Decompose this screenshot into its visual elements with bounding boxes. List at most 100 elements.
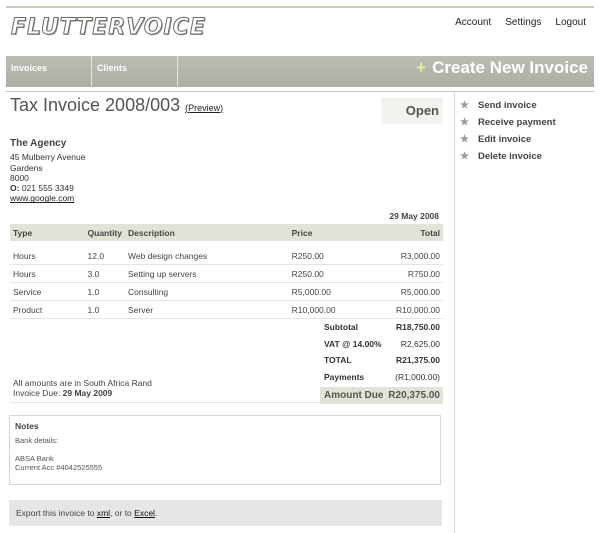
cell-type: Service: [10, 282, 85, 301]
export-middle: , or to: [110, 508, 132, 518]
cell-description: Consulting: [125, 282, 289, 301]
total-row: TOTAL R21,375.00: [320, 352, 443, 369]
currency-note: All amounts are in South Africa Rand: [13, 378, 152, 388]
settings-link[interactable]: Settings: [505, 17, 541, 28]
logout-link[interactable]: Logout: [555, 17, 586, 28]
address-line: 8000: [10, 172, 29, 183]
export-suffix: .: [154, 508, 158, 518]
cell-quantity: 12.0: [84, 247, 125, 265]
vat-label: VAT @ 14.00%: [324, 338, 382, 349]
notes-box: Notes Bank details: ABSA Bank Current Ac…: [9, 415, 441, 485]
subtotal-value: R18,750.00: [396, 322, 440, 333]
cell-description: Web design changes: [125, 247, 289, 265]
top-divider: [6, 6, 594, 8]
phone-label: O:: [10, 183, 20, 194]
cell-total: R750.00: [358, 264, 443, 283]
bank-details-label: Bank details:: [15, 436, 58, 445]
export-prefix: Export this invoice to: [16, 508, 95, 518]
actions-sidebar: ★ Send invoice ★ Receive payment ★ Edit …: [454, 92, 595, 533]
page-title: Tax Invoice 2008/003: [10, 95, 181, 115]
invoice-date: 29 May 2008: [389, 211, 439, 221]
currency-note-block: All amounts are in South Africa Rand Inv…: [13, 378, 152, 398]
invoice-items-table: Type Quantity Description Price Total Ho…: [10, 224, 443, 319]
cell-type: Product: [10, 300, 85, 319]
invoice-due-date: 29 May 2009: [62, 388, 113, 398]
status-badge: Open: [381, 98, 443, 124]
client-website-link[interactable]: www.google.com: [10, 193, 74, 203]
invoice-due-line: Invoice Due: 29 May 2009: [13, 388, 152, 398]
star-icon: ★: [460, 117, 469, 128]
table-row: Product 1.0 Server R10,000.00 R10,000.00: [10, 300, 443, 319]
column-header-type: Type: [10, 224, 85, 241]
main-nav: Invoices Clients + Create New Invoice: [6, 56, 594, 87]
amount-due-label: Amount Due: [324, 390, 384, 401]
amount-due-value: R20,375.00: [388, 390, 440, 401]
cell-total: R5,000.00: [358, 282, 443, 301]
cell-quantity: 3.0: [84, 264, 125, 283]
export-xml-link[interactable]: xml: [97, 508, 110, 518]
vat-row: VAT @ 14.00% R2,625.00: [320, 336, 443, 353]
column-header-quantity: Quantity: [84, 224, 125, 241]
total-label: TOTAL: [324, 355, 352, 366]
cell-quantity: 1.0: [84, 300, 125, 319]
cell-type: Hours: [10, 264, 85, 283]
star-icon: ★: [460, 134, 469, 145]
star-icon: ★: [460, 151, 469, 162]
action-label: Send invoice: [478, 100, 537, 111]
cell-price: R250.00: [288, 247, 359, 265]
tab-invoices[interactable]: Invoices: [6, 56, 92, 87]
vat-value: R2,625.00: [400, 338, 440, 349]
content-divider: [10, 402, 443, 403]
notes-line: Current Acc #4042525555: [15, 463, 103, 472]
invoice-totals: Subtotal R18,750.00 VAT @ 14.00% R2,625.…: [320, 319, 443, 404]
table-row: Service 1.0 Consulting R5,000.00 R5,000.…: [10, 282, 443, 301]
total-value: R21,375.00: [396, 355, 440, 366]
column-header-description: Description: [125, 224, 289, 241]
app-logo[interactable]: FLUTTERVOICE: [11, 15, 206, 41]
payments-row: Payments (R1,000.00): [320, 369, 443, 386]
phone-line: O: 021 555 3349: [10, 183, 85, 193]
column-header-price: Price: [288, 224, 359, 241]
cell-price: R250.00: [288, 264, 359, 283]
send-invoice-action[interactable]: ★ Send invoice: [455, 97, 595, 114]
receive-payment-action[interactable]: ★ Receive payment: [455, 114, 595, 131]
create-invoice-button[interactable]: + Create New Invoice: [416, 58, 588, 78]
delete-invoice-action[interactable]: ★ Delete invoice: [455, 148, 595, 165]
action-label: Delete invoice: [478, 151, 542, 162]
invoice-title-block: Tax Invoice 2008/003 (Preview): [10, 95, 224, 115]
notes-line: ABSA Bank: [15, 454, 54, 463]
export-bar: Export this invoice to xml, or to Excel.: [9, 500, 442, 526]
client-address: The Agency 45 Mulberry Avenue Gardens 80…: [10, 138, 86, 204]
table-header-row: Type Quantity Description Price Total: [10, 224, 443, 241]
export-excel-link[interactable]: Excel: [134, 508, 155, 518]
preview-link[interactable]: Preview: [188, 103, 220, 113]
payments-label: Payments: [324, 371, 365, 382]
notes-heading: Notes: [15, 421, 39, 431]
table-row: Hours 3.0 Setting up servers R250.00 R75…: [10, 264, 443, 283]
client-name: The Agency: [10, 138, 67, 149]
column-header-total: Total: [358, 224, 443, 241]
action-label: Receive payment: [478, 117, 556, 128]
create-invoice-label: Create New Invoice: [432, 58, 588, 77]
top-links: Account Settings Logout: [455, 17, 586, 28]
account-link[interactable]: Account: [455, 17, 491, 28]
plus-icon: +: [416, 58, 427, 77]
cell-type: Hours: [10, 247, 85, 265]
phone-number: 021 555 3349: [21, 183, 74, 194]
cell-quantity: 1.0: [84, 282, 125, 301]
cell-description: Server: [125, 300, 289, 319]
address-line: 45 Mulberry Avenue: [10, 152, 86, 163]
cell-total: R3,000.00: [358, 247, 443, 265]
subtotal-row: Subtotal R18,750.00: [320, 319, 443, 336]
action-label: Edit invoice: [478, 134, 532, 145]
payments-value: (R1,000.00): [395, 371, 440, 382]
table-row: Hours 12.0 Web design changes R250.00 R3…: [10, 247, 443, 265]
tab-clients[interactable]: Clients: [92, 56, 178, 87]
invoice-due-label: Invoice Due:: [13, 388, 61, 398]
cell-price: R10,000.00: [288, 300, 359, 319]
cell-price: R5,000.00: [288, 282, 359, 301]
edit-invoice-action[interactable]: ★ Edit invoice: [455, 131, 595, 148]
subtotal-label: Subtotal: [324, 322, 358, 333]
star-icon: ★: [460, 100, 469, 111]
cell-description: Setting up servers: [125, 264, 289, 283]
